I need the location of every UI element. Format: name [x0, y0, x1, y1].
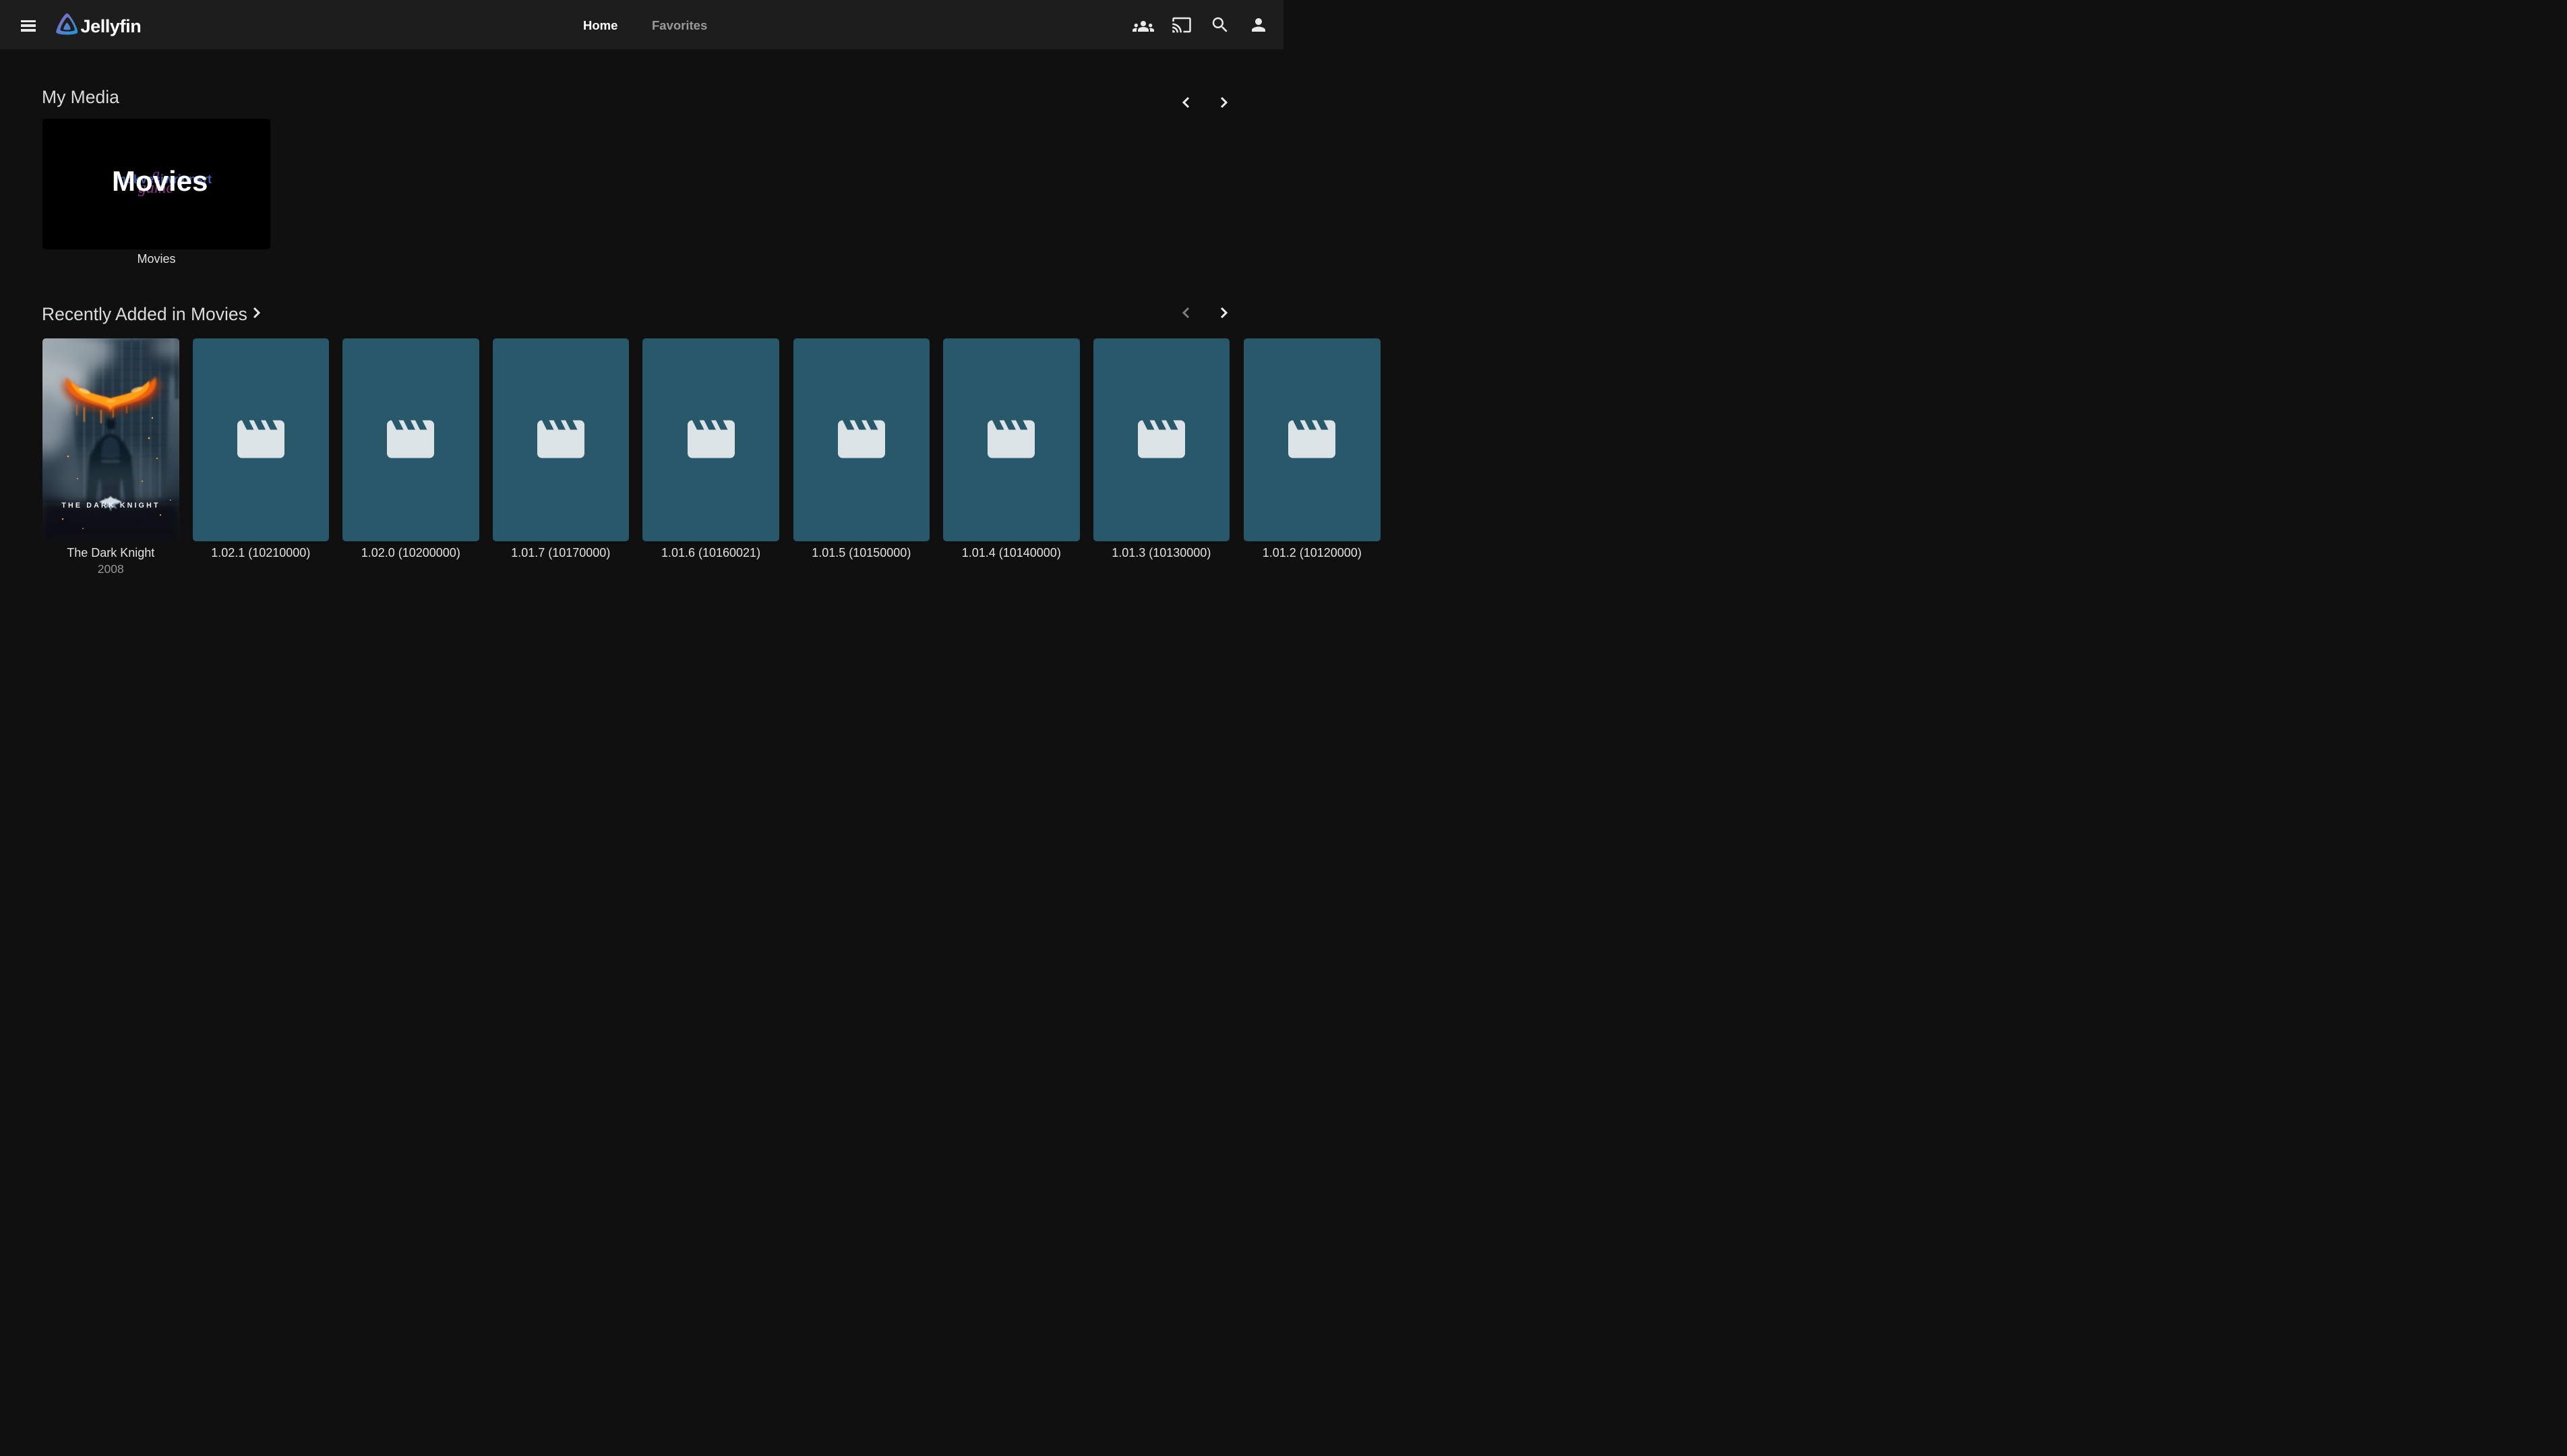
svg-text:THE DARK KNIGHT: THE DARK KNIGHT	[61, 502, 160, 510]
